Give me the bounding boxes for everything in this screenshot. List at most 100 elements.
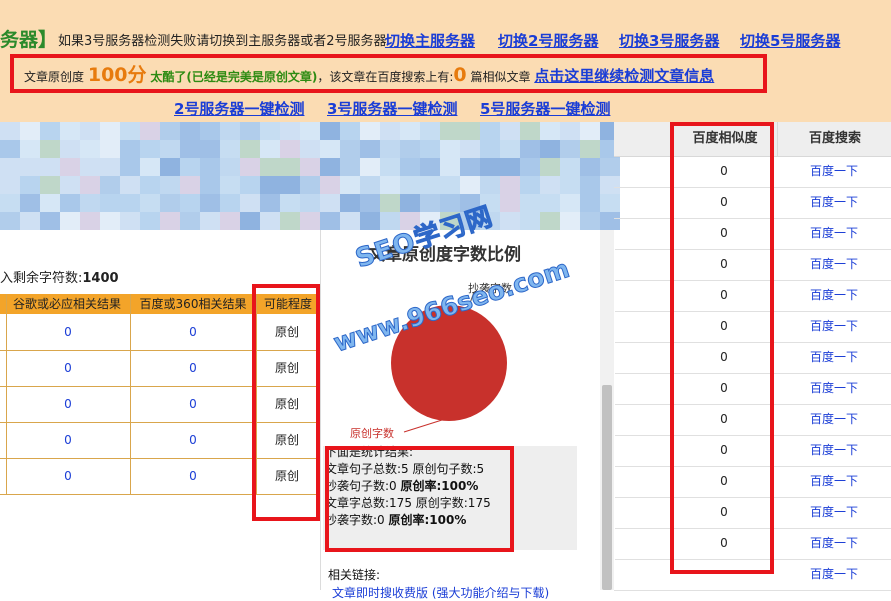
baidu-search-link[interactable]: 百度一下 xyxy=(784,187,884,218)
baidu-search-link[interactable]: 百度一下 xyxy=(784,218,884,249)
blur-tile xyxy=(60,176,80,194)
blur-tile xyxy=(560,122,580,140)
baidu-search-link[interactable]: 百度一下 xyxy=(784,435,884,466)
blur-tile xyxy=(260,212,280,230)
header-google-bing: 谷歌或必应相关结果 xyxy=(12,297,121,311)
baidu-search-link[interactable]: 百度一下 xyxy=(784,280,884,311)
blur-tile xyxy=(260,140,280,158)
blur-tile xyxy=(300,140,320,158)
blur-tile xyxy=(540,212,560,230)
originality-verdict: 太酷了(已经是完美是原创文章) xyxy=(150,70,318,84)
switch-server-3-link[interactable]: 切换3号服务器 xyxy=(619,31,719,51)
blur-tile xyxy=(340,176,360,194)
blur-tile xyxy=(260,194,280,212)
originality-summary: 文章原创度 100分 太酷了(已经是完美是原创文章)，该文章在百度搜索上有:0 … xyxy=(24,60,714,90)
blur-tile xyxy=(520,176,540,194)
blur-tile xyxy=(0,212,20,230)
baidu-search-link[interactable]: 百度一下 xyxy=(784,311,884,342)
baidu-search-link[interactable]: 百度一下 xyxy=(784,559,884,590)
originality-label: 文章原创度 xyxy=(24,70,85,84)
baidu-search-link[interactable]: 百度一下 xyxy=(784,466,884,497)
server-5-check-link[interactable]: 5号服务器一键检测 xyxy=(480,98,610,119)
blur-tile xyxy=(120,122,140,140)
blur-tile xyxy=(160,212,180,230)
baidu-search-link[interactable]: 百度一下 xyxy=(784,373,884,404)
blur-tile xyxy=(40,212,60,230)
blur-tile xyxy=(160,158,180,176)
header-cell-blank xyxy=(614,122,671,157)
blur-tile xyxy=(400,140,420,158)
google-result-cell: 0 xyxy=(64,361,72,375)
originality-score: 100分 xyxy=(87,64,147,86)
blur-tile xyxy=(500,194,520,212)
blur-tile xyxy=(320,140,340,158)
google-result-cell: 0 xyxy=(64,397,72,411)
blur-tile xyxy=(80,212,100,230)
header-baidu-search: 百度搜索 xyxy=(777,122,891,157)
server-3-check-link[interactable]: 3号服务器一键检测 xyxy=(327,98,457,119)
blur-tile xyxy=(220,176,240,194)
blur-tile xyxy=(540,122,560,140)
scrollbar-thumb[interactable] xyxy=(602,385,612,590)
blur-tile xyxy=(240,212,260,230)
baidu-search-link[interactable]: 百度一下 xyxy=(784,528,884,559)
blur-tile xyxy=(300,194,320,212)
blur-tile xyxy=(320,212,340,230)
blur-tile xyxy=(20,140,40,158)
baidu-result-cell: 0 xyxy=(189,325,197,339)
blur-tile xyxy=(260,176,280,194)
blur-tile xyxy=(540,194,560,212)
switch-server-5-link[interactable]: 切换5号服务器 xyxy=(740,31,840,51)
blur-tile xyxy=(500,122,520,140)
blur-tile xyxy=(280,194,300,212)
highlight-box-similarity xyxy=(670,122,774,574)
blur-tile xyxy=(400,194,420,212)
blur-tile xyxy=(500,140,520,158)
blur-tile xyxy=(380,122,400,140)
baidu-search-link[interactable]: 百度一下 xyxy=(784,497,884,528)
blur-tile xyxy=(400,122,420,140)
baidu-result-cell: 0 xyxy=(189,469,197,483)
server-2-check-link[interactable]: 2号服务器一键检测 xyxy=(174,98,304,119)
blur-tile xyxy=(360,140,380,158)
blur-tile xyxy=(60,122,80,140)
blur-tile xyxy=(100,140,120,158)
switch-server-2-link[interactable]: 切换2号服务器 xyxy=(498,31,598,51)
related-links-label: 相关链接: xyxy=(328,568,381,582)
header-baidu-360: 百度或360相关结果 xyxy=(139,297,247,311)
switch-main-server-link[interactable]: 切换主服务器 xyxy=(385,31,475,51)
blur-tile xyxy=(420,140,440,158)
blur-tile xyxy=(340,194,360,212)
blur-tile xyxy=(520,122,540,140)
baidu-search-link[interactable]: 百度一下 xyxy=(784,249,884,280)
related-link[interactable]: 文章即时搜收费版 (强大功能介绍与下载) xyxy=(332,584,549,601)
blur-tile xyxy=(320,122,340,140)
blur-tile xyxy=(120,194,140,212)
blur-tile xyxy=(20,122,40,140)
blur-tile xyxy=(180,194,200,212)
highlight-box-stats xyxy=(325,446,514,552)
blur-tile xyxy=(580,194,600,212)
blur-tile xyxy=(440,158,460,176)
blur-tile xyxy=(200,122,220,140)
blur-tile xyxy=(560,158,580,176)
remaining-value: 1400 xyxy=(82,271,119,286)
orig-leader-line xyxy=(403,419,443,433)
blur-tile xyxy=(580,158,600,176)
blur-tile xyxy=(80,176,100,194)
blur-tile xyxy=(100,194,120,212)
blur-tile xyxy=(160,140,180,158)
blur-tile xyxy=(480,176,500,194)
blur-tile xyxy=(580,122,600,140)
baidu-result-cell: 0 xyxy=(189,397,197,411)
baidu-result-cell: 0 xyxy=(189,361,197,375)
blur-tile xyxy=(140,158,160,176)
baidu-search-link[interactable]: 百度一下 xyxy=(784,156,884,187)
blur-tile xyxy=(40,158,60,176)
blur-tile xyxy=(140,194,160,212)
search-prefix: ，该文章在百度搜索上有: xyxy=(317,70,454,84)
continue-check-link[interactable]: 点击这里继续检测文章信息 xyxy=(534,67,714,85)
baidu-search-link[interactable]: 百度一下 xyxy=(784,342,884,373)
highlight-box-likelihood xyxy=(252,284,320,521)
baidu-search-link[interactable]: 百度一下 xyxy=(784,404,884,435)
